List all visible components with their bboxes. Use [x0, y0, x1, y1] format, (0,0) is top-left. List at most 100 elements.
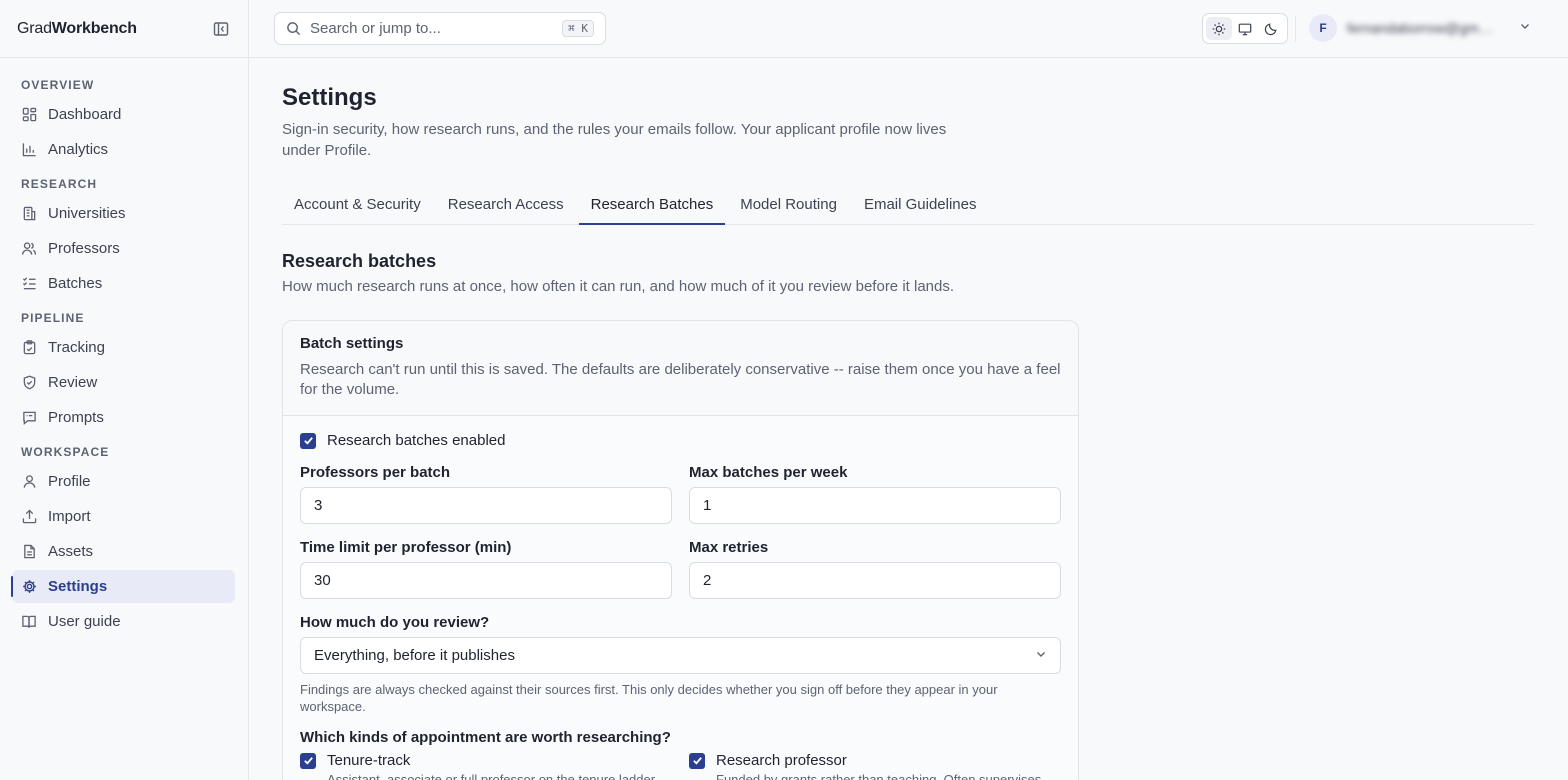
- sidebar-item-label: Dashboard: [48, 106, 122, 123]
- appointment-kinds-title: Which kinds of appointment are worth res…: [300, 729, 671, 746]
- check-icon: [692, 757, 702, 765]
- checkbox-label: Research professor: [716, 752, 847, 769]
- review-level-group: How much do you review? Everything, befo…: [300, 614, 1061, 715]
- theme-switcher: [1202, 13, 1288, 44]
- gear-icon: [21, 579, 37, 595]
- appointment-kind-description: Funded by grants rather than teaching. O…: [716, 772, 1045, 780]
- top-bar: Search or jump to... ⌘ K F fernandaborro…: [249, 0, 1568, 58]
- checkbox-checked[interactable]: [300, 752, 316, 769]
- book-icon: [21, 614, 37, 630]
- sidebar-item-label: Universities: [48, 205, 126, 222]
- card-body: Research batches enabled Professors per …: [283, 416, 1078, 780]
- sidebar-item-batches[interactable]: Batches: [12, 267, 235, 300]
- max-batches-per-week-input[interactable]: [689, 487, 1061, 524]
- sidebar-item-label: Review: [48, 374, 98, 391]
- topbar-divider: [1295, 16, 1296, 42]
- tab-email-guidelines[interactable]: Email Guidelines: [852, 187, 989, 225]
- sidebar-item-dashboard[interactable]: Dashboard: [12, 98, 235, 131]
- check-icon: [303, 437, 313, 445]
- sidebar-item-professors[interactable]: Professors: [12, 232, 235, 265]
- sun-icon: [1212, 22, 1226, 35]
- sidebar-item-prompts[interactable]: Prompts: [12, 401, 235, 434]
- professors-per-batch-input[interactable]: [300, 487, 672, 524]
- professors-per-batch-group: Professors per batch: [300, 464, 672, 524]
- file-icon: [21, 544, 37, 560]
- tab-account-security[interactable]: Account & Security: [282, 187, 433, 225]
- theme-dark-button[interactable]: [1258, 17, 1284, 40]
- nav-heading: PIPELINE: [21, 311, 85, 325]
- sidebar-item-label: Tracking: [48, 339, 105, 356]
- checkbox-label: Research batches enabled: [327, 432, 506, 449]
- field-label: Time limit per professor (min): [300, 539, 512, 556]
- check-icon: [303, 757, 313, 765]
- building-icon: [21, 206, 37, 222]
- app-logo[interactable]: GradWorkbench: [17, 20, 137, 38]
- brand-suffix: Workbench: [51, 19, 137, 37]
- sidebar: GradWorkbench OVERVIEW Dashboard Analyti…: [0, 0, 249, 780]
- sidebar-item-tracking[interactable]: Tracking: [12, 331, 235, 364]
- chart-icon: [21, 142, 37, 158]
- checkbox-label: Tenure-track: [327, 752, 411, 769]
- sidebar-item-label: Professors: [48, 240, 120, 257]
- nav-heading: OVERVIEW: [21, 78, 95, 92]
- field-label: Max retries: [689, 539, 769, 556]
- sidebar-item-label: Settings: [48, 578, 108, 595]
- main-content: Settings Sign-in security, how research …: [249, 58, 1568, 780]
- sidebar-item-settings[interactable]: Settings: [11, 570, 235, 603]
- batch-fields: Professors per batch Max batches per wee…: [300, 464, 1061, 599]
- appointment-kind-description: Assistant, associate or full professor o…: [327, 772, 658, 780]
- sidebar-item-label: Batches: [48, 275, 103, 292]
- card-title: Batch settings: [300, 335, 404, 352]
- checkbox-checked[interactable]: [300, 432, 316, 449]
- review-level-select[interactable]: Everything, before it publishes: [300, 637, 1061, 674]
- tab-research-access[interactable]: Research Access: [436, 187, 576, 225]
- sidebar-nav: OVERVIEW Dashboard Analytics RESEARCH Un…: [0, 58, 248, 638]
- batches-enabled-checkbox[interactable]: Research batches enabled: [300, 432, 1061, 449]
- nav-section-research: RESEARCH Universities Professors Batches: [0, 173, 248, 300]
- checkbox-checked[interactable]: [689, 752, 705, 769]
- chevron-down-icon: [1035, 647, 1047, 664]
- clipboard-icon: [21, 340, 37, 356]
- sidebar-item-label: Import: [48, 508, 91, 525]
- sidebar-item-label: Prompts: [48, 409, 104, 426]
- nav-heading: RESEARCH: [21, 177, 98, 191]
- sidebar-item-review[interactable]: Review: [12, 366, 235, 399]
- sidebar-item-assets[interactable]: Assets: [12, 535, 235, 568]
- select-value: Everything, before it publishes: [314, 647, 515, 664]
- search-placeholder: Search or jump to...: [310, 20, 441, 37]
- page-subtitle: Sign-in security, how research runs, and…: [282, 121, 947, 159]
- user-menu-button[interactable]: F fernandaborrow@gmail.com: [1309, 14, 1531, 42]
- time-limit-input[interactable]: [300, 562, 672, 599]
- search-input[interactable]: Search or jump to... ⌘ K: [274, 12, 606, 45]
- sidebar-item-profile[interactable]: Profile: [12, 465, 235, 498]
- sidebar-item-analytics[interactable]: Analytics: [12, 133, 235, 166]
- tenure-track-checkbox[interactable]: Tenure-track: [300, 752, 672, 769]
- sidebar-item-universities[interactable]: Universities: [12, 197, 235, 230]
- section-subtitle: How much research runs at once, how ofte…: [282, 278, 955, 295]
- nav-section-workspace: WORKSPACE Profile Import Assets Settings…: [0, 441, 248, 638]
- card-description: Research can't run until this is saved. …: [300, 361, 1061, 398]
- moon-icon: [1264, 22, 1277, 35]
- batch-settings-card: Batch settings Research can't run until …: [282, 320, 1079, 780]
- max-retries-input[interactable]: [689, 562, 1061, 599]
- users-icon: [21, 241, 37, 257]
- research-professor-checkbox[interactable]: Research professor: [689, 752, 1061, 769]
- field-label: Professors per batch: [300, 464, 451, 481]
- card-header: Batch settings Research can't run until …: [283, 321, 1078, 416]
- theme-light-button[interactable]: [1206, 17, 1232, 40]
- panel-left-icon: [213, 21, 229, 36]
- dashboard-icon: [21, 107, 37, 123]
- review-help-text: Findings are always checked against thei…: [300, 682, 998, 714]
- sidebar-collapse-button[interactable]: [212, 20, 230, 38]
- theme-system-button[interactable]: [1232, 17, 1258, 40]
- appointment-kind-research-professor: Research professor Funded by grants rath…: [689, 752, 1061, 780]
- search-shortcut-badge: ⌘ K: [562, 20, 594, 37]
- sidebar-item-label: User guide: [48, 613, 121, 630]
- nav-section-pipeline: PIPELINE Tracking Review Prompts: [0, 307, 248, 434]
- sidebar-item-user-guide[interactable]: User guide: [12, 605, 235, 638]
- sidebar-item-import[interactable]: Import: [12, 500, 235, 533]
- tab-model-routing[interactable]: Model Routing: [728, 187, 849, 225]
- tab-research-batches[interactable]: Research Batches: [578, 187, 726, 225]
- brand-bar: GradWorkbench: [0, 0, 248, 58]
- upload-icon: [21, 509, 37, 525]
